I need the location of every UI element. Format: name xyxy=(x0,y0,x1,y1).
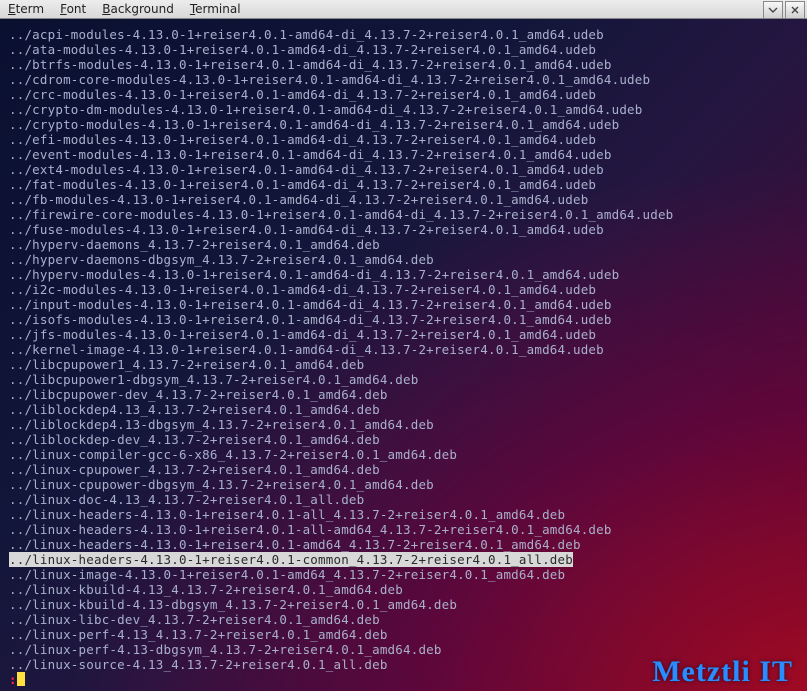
output-line: ../jfs-modules-4.13.0-1+reiser4.0.1-amd6… xyxy=(9,327,801,342)
output-line: ../linux-perf-4.13-dbgsym_4.13.7-2+reise… xyxy=(9,642,801,657)
output-line: ../liblockdep-dev_4.13.7-2+reiser4.0.1_a… xyxy=(9,432,801,447)
output-line: ../isofs-modules-4.13.0-1+reiser4.0.1-am… xyxy=(9,312,801,327)
menu-background[interactable]: Background xyxy=(94,0,182,18)
output-line: ../liblockdep4.13-dbgsym_4.13.7-2+reiser… xyxy=(9,417,801,432)
output-line: ../i2c-modules-4.13.0-1+reiser4.0.1-amd6… xyxy=(9,282,801,297)
output-line: ../event-modules-4.13.0-1+reiser4.0.1-am… xyxy=(9,147,801,162)
output-line: ../crypto-dm-modules-4.13.0-1+reiser4.0.… xyxy=(9,102,801,117)
output-line: ../fuse-modules-4.13.0-1+reiser4.0.1-amd… xyxy=(9,222,801,237)
output-line: ../linux-perf-4.13_4.13.7-2+reiser4.0.1_… xyxy=(9,627,801,642)
output-line: ../linux-image-4.13.0-1+reiser4.0.1-amd6… xyxy=(9,567,801,582)
output-line: ../btrfs-modules-4.13.0-1+reiser4.0.1-am… xyxy=(9,57,801,72)
output-line: ../input-modules-4.13.0-1+reiser4.0.1-am… xyxy=(9,297,801,312)
chevron-down-icon xyxy=(768,6,778,14)
output-line: ../ext4-modules-4.13.0-1+reiser4.0.1-amd… xyxy=(9,162,801,177)
menu-eterm[interactable]: Eterm xyxy=(0,0,52,18)
output-line: ../linux-cpupower-dbgsym_4.13.7-2+reiser… xyxy=(9,477,801,492)
output-line: ../fb-modules-4.13.0-1+reiser4.0.1-amd64… xyxy=(9,192,801,207)
output-line: ../linux-cpupower_4.13.7-2+reiser4.0.1_a… xyxy=(9,462,801,477)
output-line: ../fat-modules-4.13.0-1+reiser4.0.1-amd6… xyxy=(9,177,801,192)
output-line: ../linux-kbuild-4.13-dbgsym_4.13.7-2+rei… xyxy=(9,597,801,612)
output-line: ../linux-headers-4.13.0-1+reiser4.0.1-al… xyxy=(9,507,801,522)
menubar: Eterm Font Background Terminal xyxy=(0,0,807,19)
output-line: ../cdrom-core-modules-4.13.0-1+reiser4.0… xyxy=(9,72,801,87)
output-line: ../linux-headers-4.13.0-1+reiser4.0.1-al… xyxy=(9,522,801,537)
prompt: : xyxy=(9,672,17,687)
output-line: ../hyperv-modules-4.13.0-1+reiser4.0.1-a… xyxy=(9,267,801,282)
output-line: ../linux-headers-4.13.0-1+reiser4.0.1-am… xyxy=(9,537,801,552)
close-button[interactable] xyxy=(785,1,805,19)
output-line: ../liblockdep4.13_4.13.7-2+reiser4.0.1_a… xyxy=(9,402,801,417)
output-line: ../linux-headers-4.13.0-1+reiser4.0.1-co… xyxy=(9,552,801,567)
output-line: ../efi-modules-4.13.0-1+reiser4.0.1-amd6… xyxy=(9,132,801,147)
output-line: ../libcpupower1-dbgsym_4.13.7-2+reiser4.… xyxy=(9,372,801,387)
close-icon xyxy=(790,5,800,15)
output-line: ../kernel-image-4.13.0-1+reiser4.0.1-amd… xyxy=(9,342,801,357)
output-line: ../libcpupower1_4.13.7-2+reiser4.0.1_amd… xyxy=(9,357,801,372)
output-line: ../acpi-modules-4.13.0-1+reiser4.0.1-amd… xyxy=(9,27,801,42)
output-line: ../linux-libc-dev_4.13.7-2+reiser4.0.1_a… xyxy=(9,612,801,627)
terminal-area[interactable]: ../acpi-modules-4.13.0-1+reiser4.0.1-amd… xyxy=(0,19,807,691)
cursor xyxy=(17,672,25,686)
output-line: ../linux-compiler-gcc-6-x86_4.13.7-2+rei… xyxy=(9,447,801,462)
output-line: ../linux-kbuild-4.13_4.13.7-2+reiser4.0.… xyxy=(9,582,801,597)
output-line: ../ata-modules-4.13.0-1+reiser4.0.1-amd6… xyxy=(9,42,801,57)
output-line: ../crc-modules-4.13.0-1+reiser4.0.1-amd6… xyxy=(9,87,801,102)
prompt-row: : xyxy=(9,672,25,687)
output-line: ../libcpupower-dev_4.13.7-2+reiser4.0.1_… xyxy=(9,387,801,402)
output-line: ../crypto-modules-4.13.0-1+reiser4.0.1-a… xyxy=(9,117,801,132)
output-line: ../linux-doc-4.13_4.13.7-2+reiser4.0.1_a… xyxy=(9,492,801,507)
menu-terminal[interactable]: Terminal xyxy=(182,0,249,18)
menu-font[interactable]: Font xyxy=(52,0,94,18)
output-line: ../linux-source-4.13_4.13.7-2+reiser4.0.… xyxy=(9,657,801,672)
output-line: ../firewire-core-modules-4.13.0-1+reiser… xyxy=(9,207,801,222)
shade-button[interactable] xyxy=(763,1,783,19)
terminal-output: ../acpi-modules-4.13.0-1+reiser4.0.1-amd… xyxy=(9,27,801,672)
output-line: ../hyperv-daemons-dbgsym_4.13.7-2+reiser… xyxy=(9,252,801,267)
output-line: ../hyperv-daemons_4.13.7-2+reiser4.0.1_a… xyxy=(9,237,801,252)
window-controls xyxy=(763,1,805,19)
